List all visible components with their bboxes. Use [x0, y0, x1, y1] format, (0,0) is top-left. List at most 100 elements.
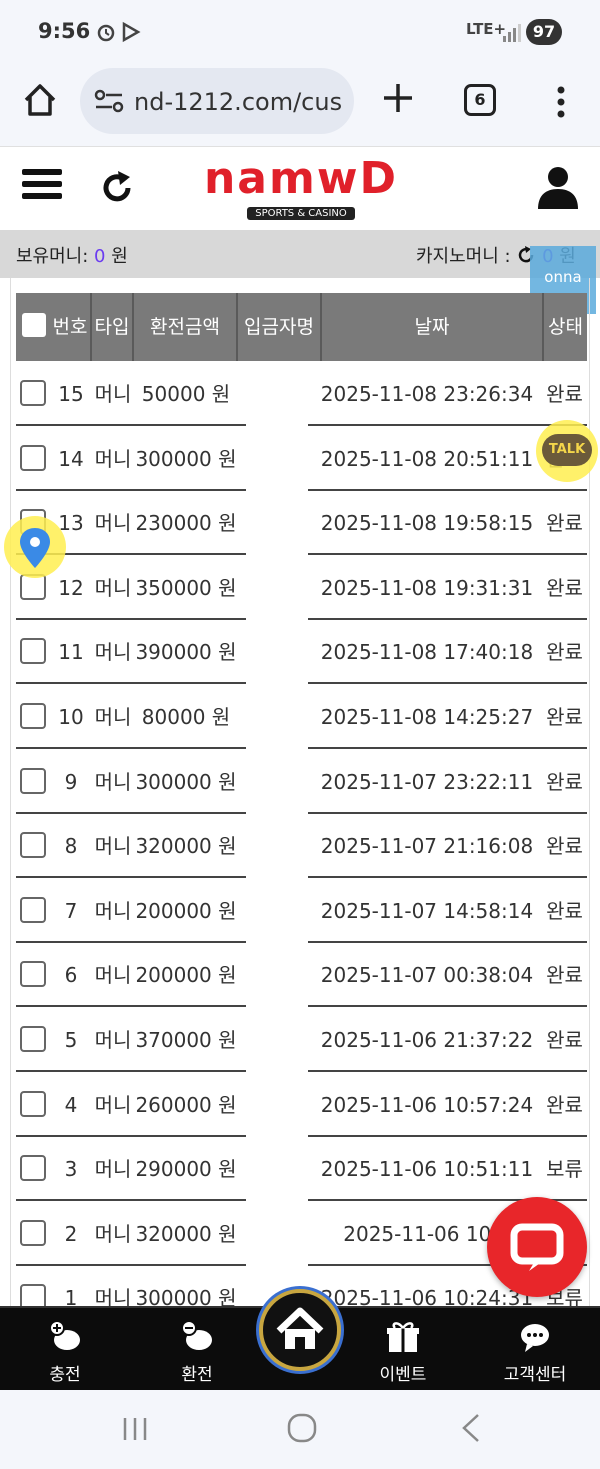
cell-amount: 50000 원: [141, 382, 231, 406]
hamburger-line: [22, 169, 62, 175]
nav-support-label: 고객센터: [503, 1365, 567, 1385]
cell-number: 3: [64, 1157, 78, 1182]
address-bar[interactable]: nd-1212.com/cus: [80, 68, 354, 134]
hamburger-menu-button[interactable]: [22, 169, 62, 205]
cell-type: 머니: [94, 1286, 132, 1308]
refresh-button[interactable]: [98, 169, 136, 207]
cell-number: 6: [64, 963, 78, 988]
home-icon: [276, 1307, 324, 1349]
browser-home-button[interactable]: [20, 80, 60, 120]
browser-menu-button[interactable]: [546, 82, 576, 122]
row-checkbox[interactable]: [20, 1284, 46, 1308]
cell-status: 완료: [546, 575, 583, 600]
logo-text: namwD: [203, 153, 399, 204]
nav-charge[interactable]: 충전: [10, 1308, 120, 1392]
cell-type: 머니: [94, 446, 132, 471]
cell-number: 2: [64, 1221, 78, 1246]
holding-money-unit: 원: [111, 246, 128, 267]
piggy-bank-minus-icon: [181, 1320, 212, 1350]
alarm-icon: [96, 20, 152, 49]
back-icon[interactable]: [458, 1412, 484, 1444]
row-checkbox[interactable]: [20, 703, 46, 729]
gift-icon: [387, 1322, 419, 1352]
tab-switcher-button[interactable]: 6: [464, 84, 496, 116]
site-settings-icon[interactable]: [94, 88, 124, 118]
cell-amount: 300000 원: [135, 446, 237, 471]
url-text: nd-1212.com/cus: [134, 88, 343, 116]
row-checkbox[interactable]: [20, 1090, 46, 1117]
select-all-checkbox[interactable]: [22, 313, 46, 337]
cell-number: 8: [64, 834, 78, 859]
browser-toolbar: nd-1212.com/cus 6: [0, 62, 600, 146]
location-pin-button[interactable]: [4, 516, 66, 578]
cell-number: 14: [58, 446, 84, 471]
cell-date: 2025-11-06 10:57:24: [320, 1092, 534, 1117]
refresh-icon: [103, 171, 131, 202]
status-time: 9:56: [38, 19, 91, 43]
row-checkbox[interactable]: [20, 1155, 46, 1182]
site-logo[interactable]: namwD SPORTS & CASINO: [195, 157, 407, 221]
nav-event[interactable]: 이벤트: [348, 1308, 458, 1392]
cell-status: 완료: [546, 1092, 583, 1117]
row-checkbox[interactable]: [20, 1219, 46, 1246]
chat-icon: [510, 1223, 564, 1271]
cell-date: 2025-11-06 10:51:11: [320, 1157, 534, 1182]
cell-number: 15: [58, 382, 84, 406]
row-checkbox[interactable]: [20, 832, 46, 859]
cell-status: 완료: [546, 963, 583, 988]
row-checkbox[interactable]: [20, 444, 46, 471]
row-checkbox[interactable]: [20, 767, 46, 794]
headset-chat-icon: [521, 1324, 549, 1352]
talk-chat-widget[interactable]: TALK: [536, 420, 598, 482]
android-home-icon[interactable]: [286, 1412, 318, 1444]
holding-money-label: 보유머니:: [16, 246, 89, 267]
cell-date: 2025-11-07 21:16:08: [320, 834, 534, 859]
header-date: 날짜: [322, 293, 544, 361]
nav-support[interactable]: 고객센터: [480, 1308, 590, 1392]
user-account-button[interactable]: [536, 165, 580, 211]
row-checkbox[interactable]: [20, 380, 46, 406]
row-checkbox[interactable]: [20, 961, 46, 988]
nav-exchange-label: 환전: [181, 1365, 213, 1385]
cell-status: 완료: [546, 705, 583, 729]
cell-date: 2025-11-08 20:51:11: [320, 446, 534, 471]
logo-subtitle: SPORTS & CASINO: [247, 207, 355, 220]
cell-type: 머니: [94, 1221, 132, 1246]
row-checkbox[interactable]: [20, 1026, 46, 1052]
user-icon: [538, 167, 578, 209]
nav-charge-label: 충전: [49, 1365, 81, 1385]
cell-status: 보류: [546, 1157, 583, 1182]
battery-indicator: 97: [526, 19, 562, 45]
nav-home-button[interactable]: [259, 1289, 341, 1371]
cell-number: 11: [58, 640, 84, 665]
cell-status: 완료: [546, 640, 583, 665]
home-icon: [24, 84, 56, 116]
cell-amount: 300000 원: [135, 769, 237, 794]
cell-amount: 390000 원: [135, 640, 237, 665]
holding-money: 보유머니: 0 원: [16, 242, 128, 268]
cell-date: 2025-11-08 14:25:27: [320, 705, 534, 729]
cell-status: 완료: [546, 898, 583, 923]
cell-type: 머니: [94, 769, 132, 794]
live-chat-button[interactable]: [487, 1197, 587, 1297]
cell-number: 4: [64, 1092, 78, 1117]
row-checkbox[interactable]: [20, 638, 46, 665]
map-pin-icon: [20, 528, 50, 568]
nav-exchange[interactable]: 환전: [142, 1308, 252, 1392]
cell-number: 5: [64, 1028, 78, 1052]
new-tab-button[interactable]: [378, 78, 418, 118]
row-checkbox[interactable]: [20, 896, 46, 923]
recent-apps-icon[interactable]: [120, 1414, 150, 1444]
cell-date: 2025-11-07 00:38:04: [320, 963, 534, 988]
talk-label: TALK: [542, 434, 592, 466]
cell-type: 머니: [94, 705, 132, 729]
hamburger-line: [22, 193, 62, 199]
cell-type: 머니: [94, 963, 132, 988]
android-navigation-bar: [0, 1390, 600, 1469]
cell-status: 완료: [546, 1028, 583, 1052]
cell-date: 2025-11-08 19:58:15: [320, 511, 534, 536]
cell-type: 머니: [94, 834, 132, 859]
cell-type: 머니: [94, 382, 132, 406]
cell-date: 2025-11-08 19:31:31: [320, 575, 534, 600]
plus-icon: [384, 84, 412, 112]
